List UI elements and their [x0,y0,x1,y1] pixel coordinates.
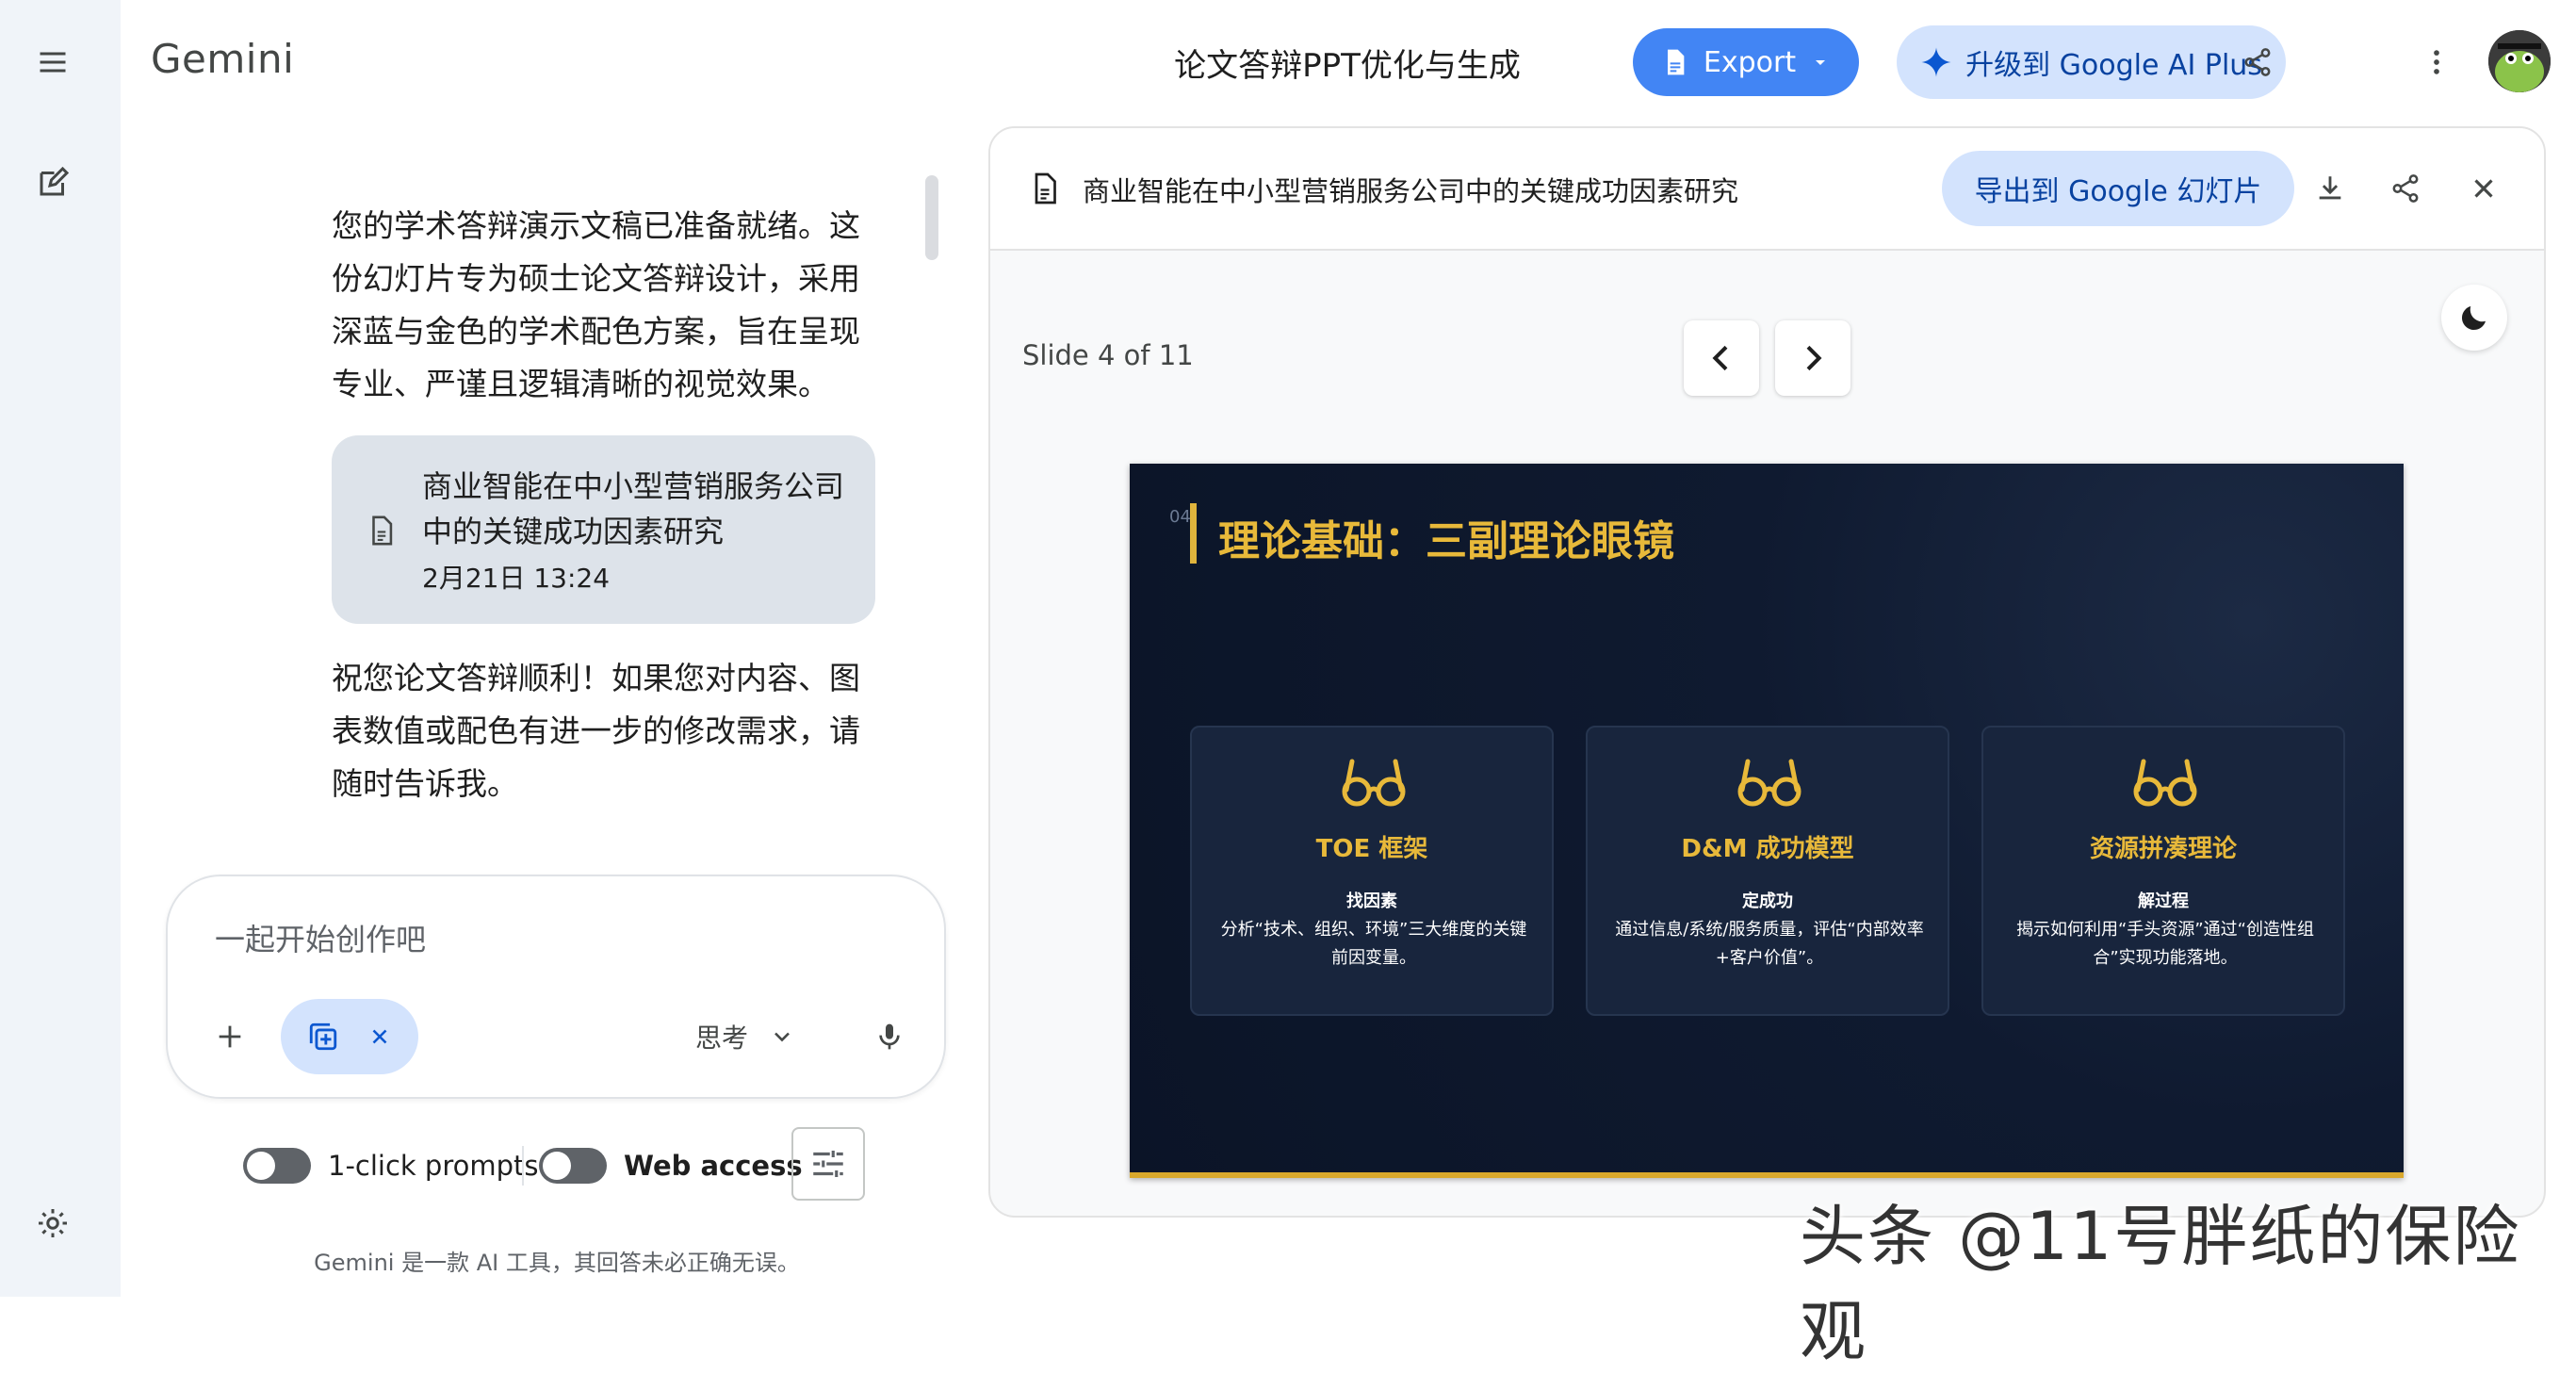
document-icon [1667,49,1685,75]
close-panel-button[interactable] [2455,160,2512,217]
menu-button[interactable] [23,32,83,92]
tune-icon [813,1151,843,1177]
document-icon [1035,172,1056,204]
upgrade-button[interactable]: 升级到 Google AI Plus [1897,25,2286,99]
slide-bottom-bar [1130,1172,2404,1178]
next-slide-button[interactable] [1775,320,1850,396]
one-click-prompts-toggle[interactable] [243,1148,311,1184]
panel-share-button[interactable] [2377,160,2434,217]
glasses-icon [1737,759,1802,807]
menu-icon [40,52,66,73]
web-access-label: Web access [624,1150,803,1182]
more-vert-icon [2434,50,2439,74]
document-panel: 商业智能在中小型营销服务公司中的关键成功因素研究 导出到 Google 幻灯片 … [988,126,2546,1218]
sparkle-icon [1921,47,1951,77]
previous-slide-button[interactable] [1684,320,1759,396]
upgrade-label: 升级到 Google AI Plus [1965,49,2262,82]
prompt-input[interactable] [213,910,876,969]
chevron-down-icon [774,1032,790,1042]
conversation-title: 论文答辩PPT优化与生成 [1174,47,1521,85]
chevron-right-icon [1806,345,1822,371]
more-options-button[interactable] [2408,34,2465,90]
disclaimer-text: Gemini 是一款 AI 工具，其回答未必正确无误。 [314,1250,800,1276]
card-title: 资源拼凑理论 [2089,835,2237,863]
slide-preview: 04 理论基础：三副理论眼镜 TOE 框架 找因素 分析“技术、组织、环境”三大… [1130,464,2404,1178]
document-chip[interactable]: 商业智能在中小型营销服务公司中的关键成功因素研究 2月21日 13:24 [332,435,875,624]
panel-title: 商业智能在中小型营销服务公司中的关键成功因素研究 [1083,175,1739,207]
card-description: 通过信息/系统/服务质量，评估“内部效率+客户价值”。 [1615,920,1924,968]
panel-header: 商业智能在中小型营销服务公司中的关键成功因素研究 导出到 Google 幻灯片 [990,128,2544,251]
prompt-box: 思考 [166,875,946,1099]
dark-mode-toggle[interactable] [2441,285,2507,351]
web-access-toggle[interactable] [539,1148,607,1184]
glasses-icon [2133,759,2197,807]
document-title: 商业智能在中小型营销服务公司中的关键成功因素研究 [422,468,845,549]
settings-button[interactable] [23,1193,83,1253]
mic-icon [879,1023,900,1050]
canvas-icon [309,1022,337,1051]
caret-down-icon [1816,60,1826,65]
side-rail [0,0,121,1297]
new-chat-button[interactable] [23,153,83,213]
avatar[interactable] [2488,30,2551,92]
watermark: 头条 @11号胖纸的保险观 [1800,1198,2521,1370]
tune-settings-button[interactable] [791,1127,865,1201]
one-click-prompts-label: 1-click prompts [328,1150,539,1182]
document-icon [372,515,393,546]
theory-card: D&M 成功模型 定成功 通过信息/系统/服务质量，评估“内部效率+客户价值”。 [1586,726,1949,1016]
share-icon [2392,174,2419,203]
brand-logo[interactable]: Gemini [151,36,294,82]
card-description: 分析“技术、组织、环境”三大维度的关键前因变量。 [1220,920,1527,968]
avatar-image [2488,30,2551,92]
theory-card: TOE 框架 找因素 分析“技术、组织、环境”三大维度的关键前因变量。 [1190,726,1554,1016]
plus-icon [219,1025,241,1048]
mode-label: 思考 [695,1022,749,1054]
response-outro: 祝您论文答辩顺利！如果您对内容、图表数值或配色有进一步的修改需求，请随时告诉我。 [332,660,860,802]
card-subtitle: 定成功 [1742,891,1793,911]
settings-icon [39,1209,67,1237]
chat-scrollbar[interactable] [925,175,938,260]
divider [522,1146,524,1186]
card-title: TOE 框架 [1315,835,1428,863]
export-button[interactable]: Export [1633,28,1859,96]
card-description: 揭示如何利用“手头资源”通过“创造性组合”实现功能落地。 [2016,920,2314,968]
card-subtitle: 解过程 [2138,891,2189,911]
model-mode-select[interactable]: 思考 [695,1010,795,1063]
response-intro: 您的学术答辩演示文稿已准备就绪。这份幻灯片专为硕士论文答辩设计，采用深蓝与金色的… [332,207,860,402]
share-button[interactable] [2229,34,2286,90]
new-chat-icon [40,166,70,196]
card-title: D&M 成功模型 [1681,835,1854,863]
add-attachment-button[interactable] [204,1010,256,1063]
export-to-slides-button[interactable]: 导出到 Google 幻灯片 [1942,151,2294,226]
microphone-button[interactable] [863,1010,916,1063]
card-subtitle: 找因素 [1346,891,1397,911]
slide-number: 04 [1169,507,1191,527]
slide-accent-bar [1190,503,1197,564]
close-icon [2474,179,2493,198]
download-icon [2319,176,2341,200]
share-icon [2244,48,2271,76]
slide-counter: Slide 4 of 11 [1022,339,1194,371]
close-icon [372,1029,387,1044]
export-label: Export [1703,45,1797,79]
document-timestamp: 2月21日 13:24 [422,563,611,594]
download-button[interactable] [2302,160,2358,217]
glasses-icon [1342,759,1406,807]
slide-heading: 理论基础：三副理论眼镜 [1218,517,1674,565]
moon-icon [2461,306,2486,331]
theory-card: 资源拼凑理论 解过程 揭示如何利用“手头资源”通过“创造性组合”实现功能落地。 [1981,726,2345,1016]
canvas-tool-chip[interactable] [281,999,418,1074]
chevron-left-icon [1712,345,1728,371]
